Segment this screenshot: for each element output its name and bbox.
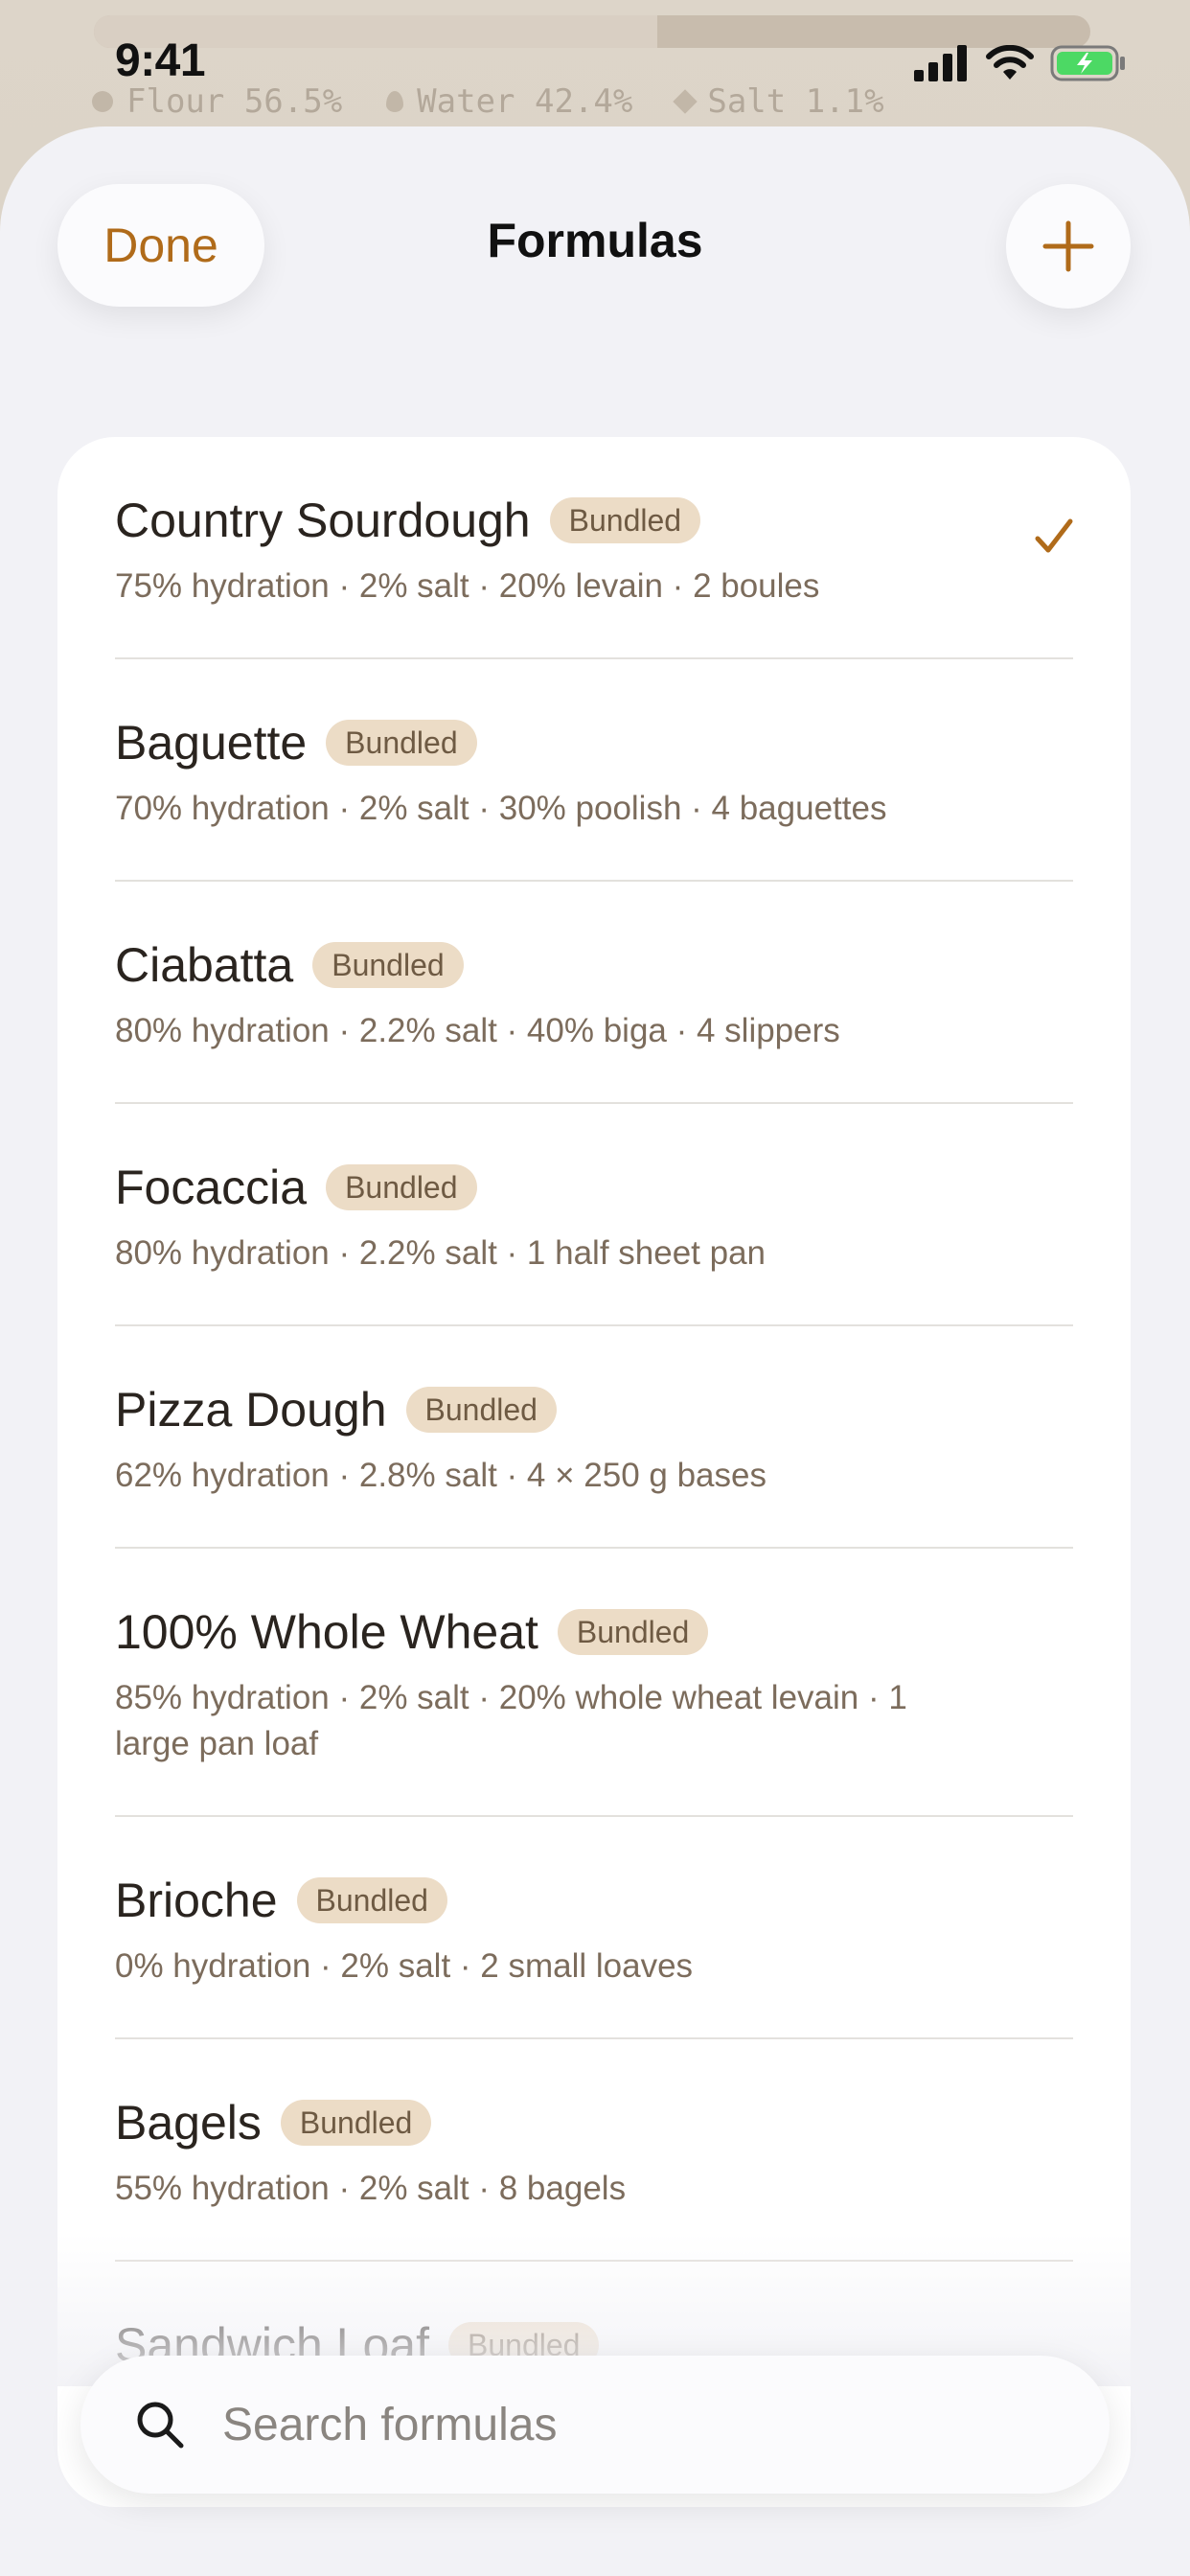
formula-detail: 75% hydration · 2% salt · 20% levain · 2…: [115, 567, 820, 605]
formula-name: Country Sourdough: [115, 494, 531, 547]
cellular-signal-icon: [914, 45, 967, 81]
formula-name: Focaccia: [115, 1161, 308, 1214]
formula-row-content: Bagels Bundled 55% hydration · 2% salt · 8…: [115, 2039, 1073, 2262]
formula-row-header: Ciabatta Bundled: [115, 935, 987, 995]
formula-row-header: Focaccia Bundled: [115, 1158, 987, 1217]
search-bar[interactable]: [80, 2356, 1110, 2494]
formula-row-content: 100% Whole Wheat Bundled 85% hydration · 2…: [115, 1549, 1073, 1817]
formula-name: Pizza Dough: [115, 1383, 387, 1437]
formula-row-content: Country Sourdough Bundled 75% hydration · …: [115, 437, 1073, 659]
formula-row[interactable]: Brioche Bundled 0% hydration · 2% salt · 2…: [57, 1817, 1131, 2039]
formula-row[interactable]: Country Sourdough Bundled 75% hydration · …: [57, 437, 1131, 659]
formula-row-content: Focaccia Bundled 80% hydration · 2.2% salt…: [115, 1104, 1073, 1326]
formula-name: Bagels: [115, 2096, 262, 2150]
wifi-icon: [986, 45, 1034, 80]
formula-name: Brioche: [115, 1874, 278, 1927]
formula-row-header: Baguette Bundled: [115, 713, 987, 772]
formula-row-header: Brioche Bundled: [115, 1871, 987, 1930]
bundled-badge: Bundled: [557, 1609, 709, 1655]
formula-row[interactable]: Ciabatta Bundled 80% hydration · 2.2% salt…: [57, 882, 1131, 1104]
formula-detail: 70% hydration · 2% salt · 30% poolish · …: [115, 790, 887, 827]
bundled-badge: Bundled: [296, 1877, 447, 1923]
add-formula-button[interactable]: [1006, 184, 1131, 309]
formula-detail: 80% hydration · 2.2% salt · 1 half sheet…: [115, 1234, 767, 1272]
formula-row[interactable]: Focaccia Bundled 80% hydration · 2.2% salt…: [57, 1104, 1131, 1326]
formula-detail: 85% hydration · 2% salt · 20% whole whea…: [115, 1679, 907, 1762]
formula-detail: 80% hydration · 2.2% salt · 40% biga · 4…: [115, 1012, 840, 1049]
formula-row-content: Pizza Dough Bundled 62% hydration · 2.8% s…: [115, 1326, 1073, 1549]
formula-row[interactable]: Pizza Dough Bundled 62% hydration · 2.8% s…: [57, 1326, 1131, 1549]
status-bar: 9:41: [0, 0, 1190, 126]
formula-row-content: Ciabatta Bundled 80% hydration · 2.2% salt…: [115, 882, 1073, 1104]
formula-detail: 62% hydration · 2.8% salt · 4 × 250 g ba…: [115, 1457, 767, 1494]
bundled-badge: Bundled: [549, 497, 701, 543]
formula-row[interactable]: 100% Whole Wheat Bundled 85% hydration · 2…: [57, 1549, 1131, 1817]
formula-row-content: Baguette Bundled 70% hydration · 2% salt ·…: [115, 659, 1073, 882]
formula-row-header: Country Sourdough Bundled: [115, 491, 987, 550]
formula-name: Baguette: [115, 716, 308, 770]
checkmark-icon: [1035, 518, 1073, 553]
formula-row-content: Brioche Bundled 0% hydration · 2% salt · 2…: [115, 1817, 1073, 2039]
formulas-sheet: Done Formulas Country Sourdough Bundled 75…: [0, 126, 1190, 2576]
nav-bar: Done Formulas: [0, 126, 1190, 376]
formula-row[interactable]: Bagels Bundled 55% hydration · 2% salt · 8…: [57, 2039, 1131, 2262]
status-time: 9:41: [115, 35, 206, 86]
formula-row-header: Bagels Bundled: [115, 2093, 987, 2152]
formula-row-header: 100% Whole Wheat Bundled: [115, 1602, 987, 1662]
formula-detail: 0% hydration · 2% salt · 2 small loaves: [115, 1947, 694, 1985]
formula-list: Country Sourdough Bundled 75% hydration · …: [57, 437, 1131, 2507]
formula-row-header: Pizza Dough Bundled: [115, 1380, 987, 1439]
bundled-badge: Bundled: [326, 1164, 477, 1210]
bundled-badge: Bundled: [326, 720, 477, 766]
status-icons: [914, 44, 1127, 82]
plus-icon: [1042, 220, 1094, 272]
formula-row[interactable]: Baguette Bundled 70% hydration · 2% salt ·…: [57, 659, 1131, 882]
formula-detail: 55% hydration · 2% salt · 8 bagels: [115, 2170, 627, 2207]
search-input[interactable]: [220, 2397, 1048, 2452]
formula-name: Ciabatta: [115, 938, 294, 992]
bundled-badge: Bundled: [280, 2100, 432, 2146]
search-icon: [137, 2402, 184, 2449]
battery-charging-icon: [1050, 45, 1125, 81]
bundled-badge: Bundled: [312, 942, 464, 988]
bundled-badge: Bundled: [405, 1387, 557, 1433]
formula-name: 100% Whole Wheat: [115, 1605, 538, 1659]
